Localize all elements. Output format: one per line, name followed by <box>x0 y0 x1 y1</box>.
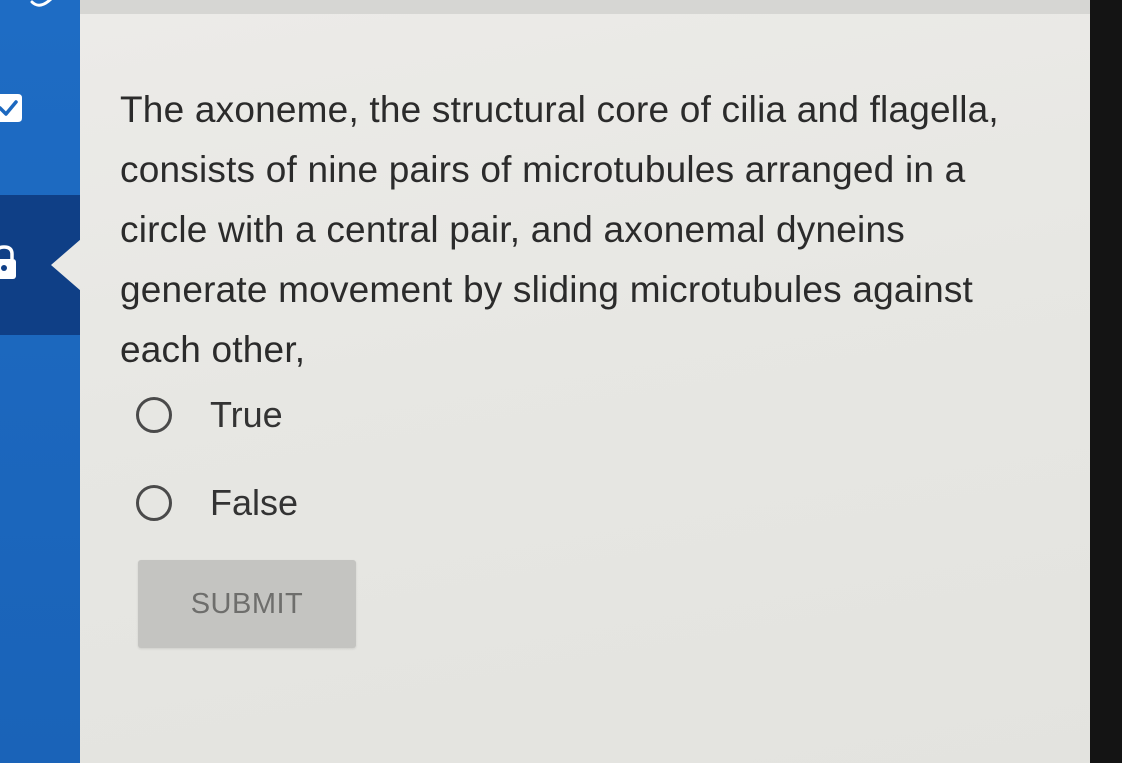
question-text: The axoneme, the structural core of cili… <box>120 89 999 370</box>
option-false-label: False <box>210 482 299 523</box>
screen: The axoneme, the structural core of cili… <box>0 0 1122 763</box>
sidebar-item-current[interactable] <box>0 195 81 335</box>
option-true[interactable]: True <box>136 394 283 436</box>
submit-button[interactable]: SUBMIT <box>138 560 356 648</box>
sidebar-item-completed[interactable] <box>0 70 80 150</box>
radio-button-false[interactable] <box>136 485 172 521</box>
option-true-label: True <box>210 394 283 435</box>
check-badge-icon <box>0 94 22 122</box>
screen-bezel <box>1090 0 1122 763</box>
active-indicator <box>51 239 81 291</box>
sidebar <box>0 0 81 763</box>
lock-icon <box>0 245 16 279</box>
radio-button-true[interactable] <box>136 397 172 433</box>
top-strip <box>80 0 1090 14</box>
back-arrow-icon[interactable] <box>30 0 54 12</box>
question-panel: The axoneme, the structural core of cili… <box>80 14 1090 763</box>
option-false[interactable]: False <box>136 482 298 524</box>
